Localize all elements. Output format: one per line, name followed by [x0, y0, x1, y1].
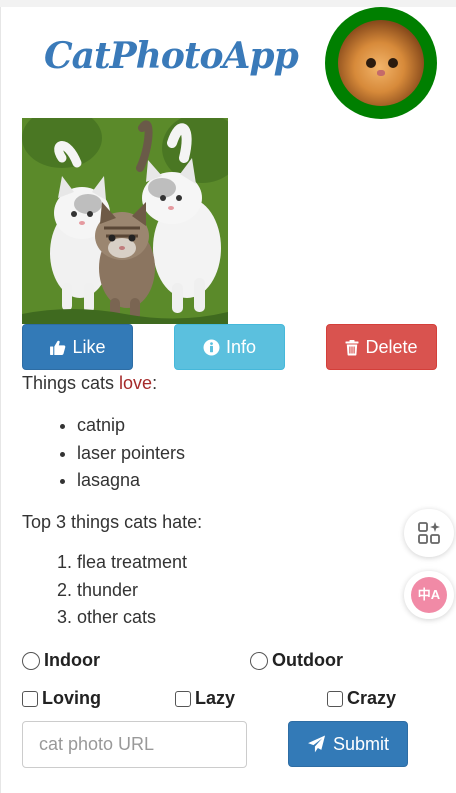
browser-top-strip [0, 0, 456, 7]
love-list: catnip laser pointers lasagna [38, 412, 185, 495]
crazy-label: Crazy [347, 688, 397, 708]
location-radio-group: Indoor Outdoor [0, 650, 456, 674]
love-highlight: love [119, 373, 153, 393]
crazy-checkbox[interactable] [327, 690, 343, 707]
submit-button-label: Submit [332, 733, 390, 754]
personality-checkbox-group: Loving Lazy Crazy [0, 688, 456, 712]
delete-button-label: Delete [365, 336, 418, 357]
list-item: laser pointers [77, 440, 185, 468]
thumbs-up-icon [50, 340, 66, 355]
apps-sparkle-icon [418, 522, 440, 544]
page-left-border [0, 7, 1, 793]
lazy-checkbox-option[interactable]: Lazy [175, 688, 235, 709]
list-item: lasagna [77, 467, 185, 495]
profile-avatar[interactable] [325, 7, 437, 119]
indoor-radio[interactable] [22, 651, 40, 670]
outdoor-label: Outdoor [272, 650, 343, 670]
list-item: flea treatment [77, 549, 187, 577]
submit-button[interactable]: Submit [288, 721, 408, 767]
outdoor-radio-option[interactable]: Outdoor [250, 650, 343, 671]
avatar-kitten-image [338, 20, 424, 106]
loving-checkbox[interactable] [22, 690, 38, 707]
translate-icon-label: 中A [417, 587, 441, 602]
loving-checkbox-option[interactable]: Loving [22, 688, 101, 709]
like-button-label: Like [72, 336, 106, 357]
loving-label: Loving [42, 688, 101, 708]
kittens-illustration [22, 118, 228, 324]
crazy-checkbox-option[interactable]: Crazy [327, 688, 396, 709]
info-button[interactable]: Info [174, 324, 285, 370]
list-item: thunder [77, 577, 187, 605]
app-title: CatPhotoApp [44, 35, 299, 77]
delete-button[interactable]: Delete [326, 324, 437, 370]
hate-heading: Top 3 things cats hate: [22, 512, 203, 532]
kittens-photo[interactable] [22, 118, 228, 324]
info-button-label: Info [225, 336, 257, 357]
lazy-checkbox[interactable] [175, 690, 191, 707]
like-button[interactable]: Like [22, 324, 133, 370]
url-input-placeholder: cat photo URL [39, 734, 155, 754]
love-heading: Things cats love: [22, 373, 157, 394]
trash-icon [345, 339, 359, 355]
list-item: other cats [77, 604, 187, 632]
indoor-label: Indoor [44, 650, 100, 670]
floating-translate-button[interactable]: 中A [404, 571, 454, 619]
love-heading-suffix: : [152, 373, 158, 393]
floating-apps-button[interactable] [404, 509, 454, 557]
info-circle-icon [203, 339, 220, 355]
love-heading-prefix: Things cats [22, 373, 120, 393]
cat-photo-url-input[interactable]: cat photo URL [22, 721, 247, 768]
list-item: catnip [77, 412, 185, 440]
paper-plane-icon [308, 735, 326, 753]
translate-icon: 中A [411, 577, 447, 613]
indoor-radio-option[interactable]: Indoor [22, 650, 100, 671]
lazy-label: Lazy [195, 688, 236, 708]
hate-list: flea treatment thunder other cats [38, 549, 187, 632]
outdoor-radio[interactable] [250, 651, 268, 670]
